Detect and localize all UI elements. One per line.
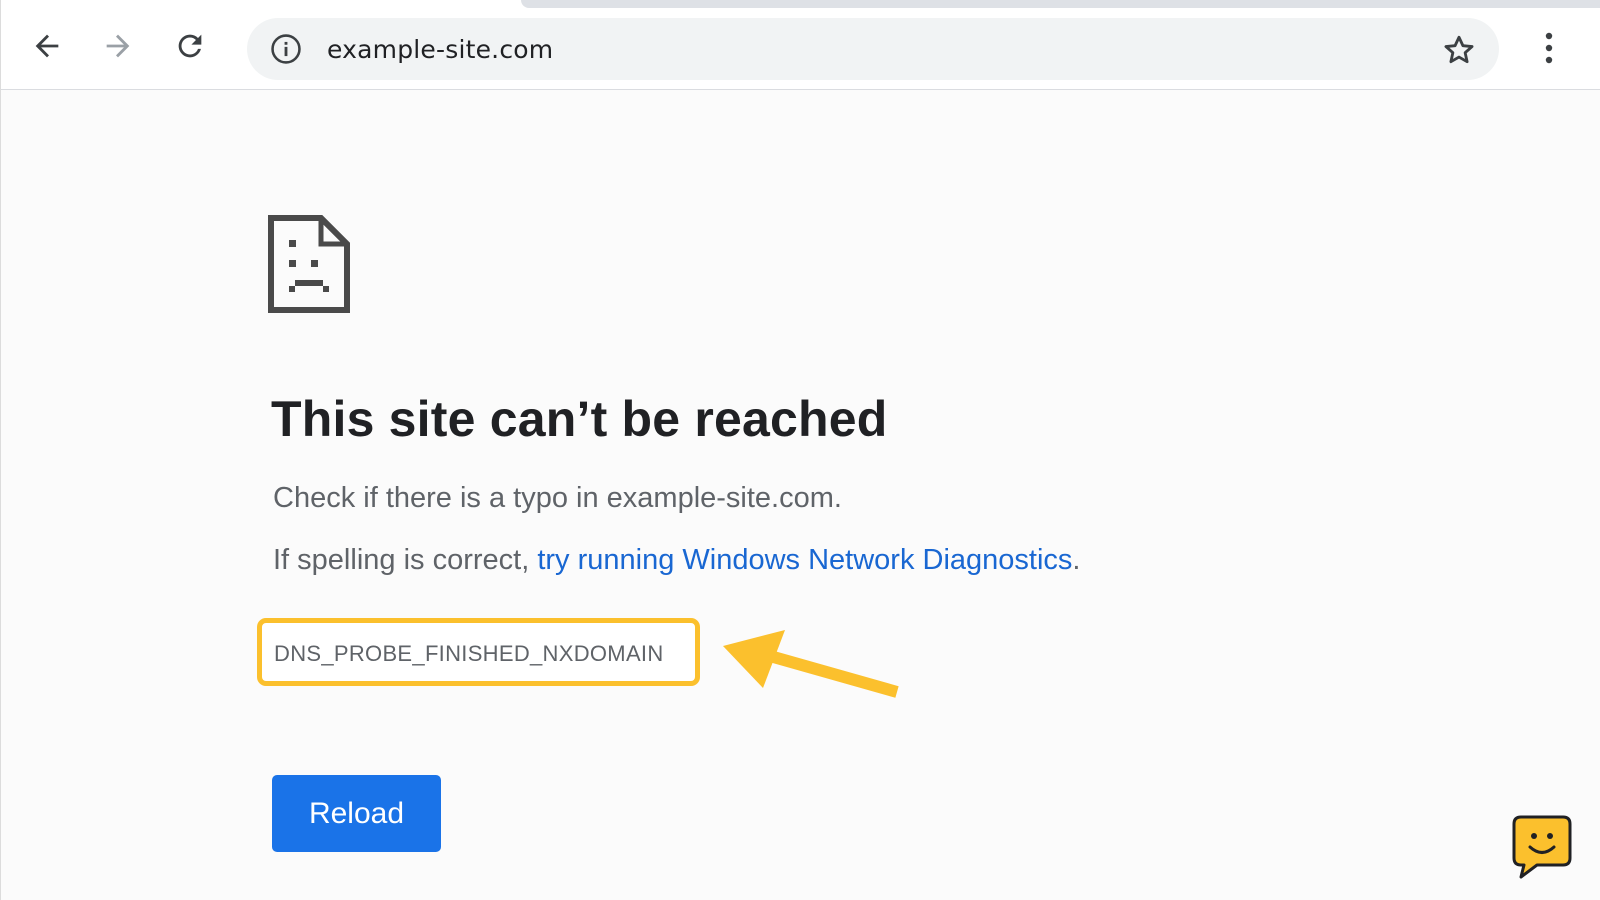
browser-toolbar: example-site.com [1, 8, 1600, 90]
url-text[interactable]: example-site.com [327, 35, 553, 64]
network-diagnostics-link[interactable]: try running Windows Network Diagnostics [537, 544, 1072, 576]
error-headline: This site can’t be reached [271, 391, 888, 447]
address-bar[interactable]: example-site.com [247, 18, 1499, 80]
diagnostics-hint-prefix: If spelling is correct, [273, 544, 538, 576]
three-dots-vertical-icon [1545, 32, 1553, 64]
tab-strip-edge [521, 0, 1600, 8]
error-code: DNS_PROBE_FINISHED_NXDOMAIN [274, 641, 664, 666]
arrow-right-icon [106, 34, 130, 58]
chat-widget-icon[interactable] [1511, 814, 1573, 880]
forward-button[interactable] [98, 26, 138, 66]
typo-hint-text: Check if there is a typo in example-site… [273, 482, 842, 514]
diagnostics-hint: If spelling is correct, try running Wind… [273, 544, 1080, 577]
back-button[interactable] [27, 26, 67, 66]
reload-page-button[interactable] [170, 26, 210, 66]
reload-icon [178, 34, 202, 58]
browser-window: example-site.com This site can’t be reac… [0, 0, 1600, 900]
tab-strip [1, 0, 1600, 8]
error-page-content: This site can’t be reached Check if ther… [1, 90, 1600, 900]
diagnostics-hint-suffix: . [1072, 544, 1081, 576]
info-circle-icon[interactable] [269, 32, 303, 66]
error-code-highlight: DNS_PROBE_FINISHED_NXDOMAIN [257, 618, 700, 686]
sad-document-icon [268, 215, 350, 313]
browser-menu-button[interactable] [1531, 28, 1567, 68]
arrow-left-icon [35, 34, 59, 58]
annotation-arrow-icon [723, 630, 899, 698]
reload-button[interactable]: Reload [272, 775, 441, 852]
star-icon[interactable] [1441, 32, 1477, 68]
